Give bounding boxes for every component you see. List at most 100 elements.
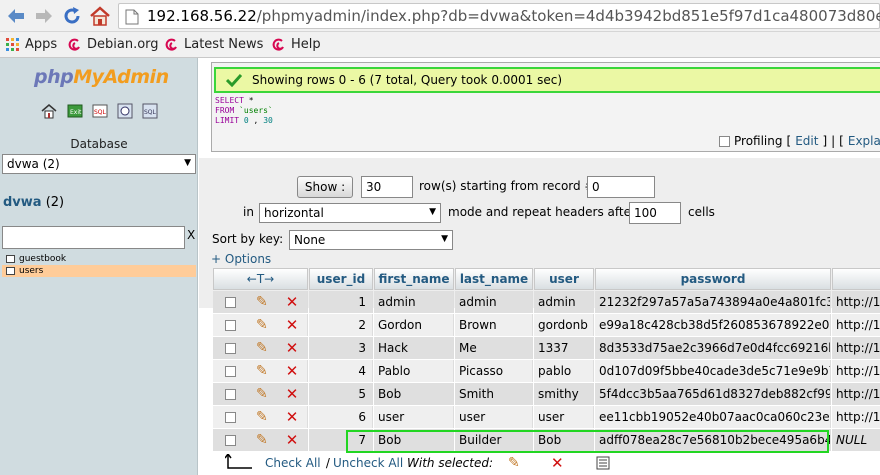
checkmark-icon	[226, 73, 242, 87]
edit-row-icon[interactable]: ✎	[256, 363, 268, 379]
help-docs-icon[interactable]	[117, 103, 133, 119]
rows-input[interactable]: 30	[361, 176, 413, 198]
delete-row-icon[interactable]: ✕	[286, 408, 299, 426]
with-selected-label: With selected:	[407, 456, 494, 470]
options-link[interactable]: + Options	[211, 252, 271, 266]
bookmark-help[interactable]: Help	[272, 37, 321, 52]
row-checkbox[interactable]	[225, 319, 236, 331]
database-select-value: dvwa (2)	[7, 157, 60, 171]
edit-query-link[interactable]: Edit	[795, 134, 818, 148]
edit-row-icon[interactable]: ✎	[256, 340, 268, 356]
bookmark-apps[interactable]: Apps	[6, 37, 57, 52]
home-button[interactable]	[88, 4, 112, 28]
cell-user: admin	[534, 291, 594, 313]
show-button[interactable]: Show :	[297, 176, 353, 198]
debian-swirl-icon	[165, 38, 177, 51]
cell-user-id: 4	[309, 360, 373, 382]
forward-button[interactable]	[32, 4, 56, 28]
select-arrow-icon	[225, 454, 252, 469]
row-checkbox[interactable]	[225, 342, 236, 354]
delete-row-icon[interactable]: ✕	[286, 362, 299, 380]
clear-filter-button[interactable]: X	[187, 228, 195, 242]
cell-first-name: Hack	[374, 337, 454, 359]
column-header-password[interactable]: password	[595, 268, 831, 290]
explain-query-link[interactable]: Explain	[848, 134, 880, 148]
delete-row-icon[interactable]: ✕	[286, 316, 299, 334]
profiling-label: Profiling	[734, 134, 783, 148]
sql-line-2: FROM `users`	[215, 106, 273, 116]
edit-row-icon[interactable]: ✎	[256, 409, 268, 425]
column-header-user-id[interactable]: user_id	[309, 268, 373, 290]
column-header-avatar[interactable]	[832, 268, 880, 290]
cell-last-name: admin	[455, 291, 533, 313]
row-checkbox[interactable]	[225, 388, 236, 400]
bookmark-debian[interactable]: Debian.org	[68, 37, 159, 52]
svg-text:SQL: SQL	[94, 109, 107, 116]
bookmark-latest-news[interactable]: Latest News	[165, 37, 263, 52]
delete-row-icon[interactable]: ✕	[286, 385, 299, 403]
sql-keyword: SELECT	[215, 96, 244, 105]
sql-number: 30	[263, 116, 273, 125]
url-host: 192.168.56.22	[147, 7, 257, 25]
uncheck-all-link[interactable]: Uncheck All	[333, 456, 403, 470]
debian-swirl-icon	[272, 38, 284, 51]
table-filter-input[interactable]	[2, 226, 185, 249]
table-icon[interactable]	[6, 267, 15, 275]
column-header-last-name[interactable]: last_name	[455, 268, 533, 290]
table-item-guestbook[interactable]: guestbook	[2, 253, 196, 265]
database-label: Database	[70, 137, 128, 151]
svg-text:SQL: SQL	[144, 109, 157, 116]
check-all-link[interactable]: Check All	[265, 456, 321, 470]
back-button[interactable]	[4, 4, 28, 28]
reload-button[interactable]	[60, 4, 84, 28]
cell-user: pablo	[534, 360, 594, 382]
phpmyadmin-logo[interactable]: phpMyAdmin	[34, 66, 169, 88]
delete-row-icon[interactable]: ✕	[286, 293, 299, 311]
database-link[interactable]: dvwa (2)	[3, 195, 64, 210]
exit-icon[interactable]: Exit	[67, 103, 83, 119]
cell-avatar: http://1	[832, 383, 880, 405]
home-icon	[90, 6, 110, 26]
delete-row-icon[interactable]: ✕	[286, 339, 299, 357]
cell-last-name: user	[455, 406, 533, 428]
profiling-checkbox[interactable]	[719, 135, 730, 147]
row-checkbox[interactable]	[225, 434, 236, 446]
column-header-first-name[interactable]: first_name	[374, 268, 454, 290]
edit-selected-icon[interactable]: ✎	[508, 455, 520, 471]
sql-line-1: SELECT *	[215, 96, 273, 106]
export-selected-icon[interactable]	[596, 456, 610, 470]
home-icon[interactable]	[41, 103, 57, 119]
delete-selected-icon[interactable]: ✕	[551, 454, 564, 472]
edit-row-icon[interactable]: ✎	[256, 386, 268, 402]
sql-code: SELECT * FROM `users` LIMIT 0 , 30	[215, 96, 273, 126]
sql-table-name: `users`	[234, 106, 273, 115]
bookmark-label: Latest News	[184, 37, 264, 52]
table-item-users[interactable]: users	[2, 265, 196, 277]
column-arrows-header[interactable]: ←T→	[213, 268, 308, 290]
cell-user: smithy	[534, 383, 594, 405]
cell-last-name: Me	[455, 337, 533, 359]
delete-row-icon[interactable]: ✕	[286, 431, 299, 449]
row-checkbox[interactable]	[225, 296, 236, 308]
address-bar[interactable]: 192.168.56.22/phpmyadmin/index.php?db=dv…	[118, 3, 880, 29]
start-record-input[interactable]: 0	[587, 176, 655, 198]
table-icon[interactable]	[6, 255, 15, 263]
column-header-user[interactable]: user	[534, 268, 594, 290]
row-checkbox[interactable]	[225, 365, 236, 377]
left-navigation: phpMyAdmin Exit SQL SQL Database dvwa (2…	[0, 58, 198, 475]
sort-key-value: None	[294, 233, 326, 247]
separator: |	[831, 134, 836, 148]
table-name[interactable]: guestbook	[19, 254, 66, 264]
edit-row-icon[interactable]: ✎	[256, 317, 268, 333]
repeat-headers-input[interactable]: 100	[629, 202, 681, 224]
row-checkbox[interactable]	[225, 411, 236, 423]
sort-key-select[interactable]: None ▼	[289, 230, 453, 250]
database-name-link[interactable]: dvwa	[3, 195, 42, 210]
sql-query-icon[interactable]: SQL	[92, 103, 108, 119]
edit-row-icon[interactable]: ✎	[256, 432, 268, 448]
display-mode-select[interactable]: horizontal ▼	[259, 203, 441, 223]
edit-row-icon[interactable]: ✎	[256, 294, 268, 310]
sql-docs-icon[interactable]: SQL	[142, 103, 158, 119]
database-select[interactable]: dvwa (2) ▼	[2, 154, 196, 174]
table-name[interactable]: users	[19, 266, 43, 276]
